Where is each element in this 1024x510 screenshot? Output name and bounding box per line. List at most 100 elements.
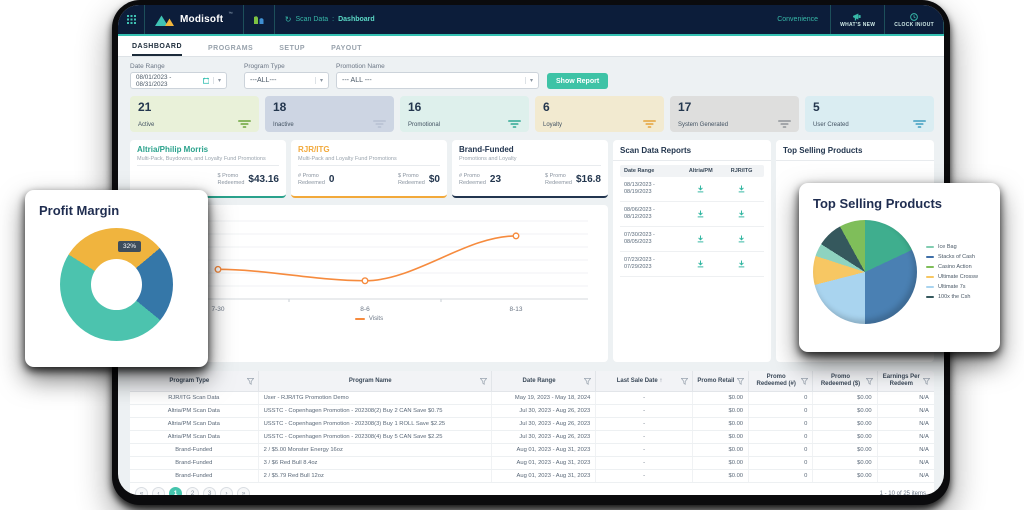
funnel-filter-icon[interactable] xyxy=(238,120,251,129)
download-altria-pm[interactable] xyxy=(680,255,721,273)
download-icon[interactable] xyxy=(738,185,745,193)
whats-new-button[interactable]: WHAT'S NEW xyxy=(830,5,884,34)
pagination-first-button[interactable]: « xyxy=(135,487,148,495)
pie-legend: Ice Bag Stacks of Cash Casino Action Ult… xyxy=(926,244,978,300)
stat-card-loyalty[interactable]: 6 Loyalty xyxy=(535,96,664,132)
promo-stat: $ PromoRedeemed $0 xyxy=(398,173,440,186)
column-filter-icon[interactable] xyxy=(923,378,930,385)
legend-item-ultimate-7s[interactable]: Ultimate 7s xyxy=(926,284,978,290)
table-row[interactable]: Brand-Funded2 / $5.00 Monster Energy 16o… xyxy=(130,444,934,457)
download-rjr-itg[interactable] xyxy=(721,255,762,273)
table-row[interactable]: Altria/PM Scan DataUSSTC - Copenhagen Pr… xyxy=(130,418,934,431)
column-header-promo-redeemed[interactable]: Promo Redeemed ($) xyxy=(813,371,877,391)
store-name[interactable]: Convenience xyxy=(777,16,818,23)
column-filter-icon[interactable] xyxy=(681,378,688,385)
stat-value: 17 xyxy=(678,100,791,114)
pagination-page-2[interactable]: 2 xyxy=(186,487,199,495)
promo-stat-label: $ PromoRedeemed xyxy=(217,173,244,186)
download-icon[interactable] xyxy=(697,260,704,268)
brand-logo[interactable]: Modisoft ™ xyxy=(145,5,243,34)
tab-setup[interactable]: SETUP xyxy=(279,45,305,56)
clock-in-out-button[interactable]: CLOCK IN/OUT xyxy=(884,5,944,34)
download-altria-pm[interactable] xyxy=(680,180,721,198)
download-altria-pm[interactable] xyxy=(680,230,721,248)
pagination-bar: «‹123›» 1 - 10 of 25 items xyxy=(130,483,934,495)
pagination-page-1[interactable]: 1 xyxy=(169,487,182,495)
download-icon[interactable] xyxy=(697,185,704,193)
tab-payout[interactable]: PAYOUT xyxy=(331,45,362,56)
promo-card-subtitle: Promotions and Loyalty xyxy=(459,156,601,162)
legend-item-ice-bag[interactable]: Ice Bag xyxy=(926,244,978,250)
tab-programs[interactable]: PROGRAMS xyxy=(208,45,253,56)
table-row[interactable]: RJR/ITG Scan DataUser - RJR/ITG Promotio… xyxy=(130,392,934,405)
apps-grid-icon[interactable] xyxy=(118,5,144,34)
download-icon[interactable] xyxy=(738,260,745,268)
show-report-button[interactable]: Show Report xyxy=(547,73,608,89)
funnel-filter-icon[interactable] xyxy=(778,120,791,129)
funnel-filter-icon[interactable] xyxy=(643,120,656,129)
stat-card-system-generated[interactable]: 17 System Generated xyxy=(670,96,799,132)
column-header-program-type[interactable]: Program Type xyxy=(130,371,259,391)
download-altria-pm[interactable] xyxy=(680,205,721,223)
table-row[interactable]: Altria/PM Scan DataUSSTC - Copenhagen Pr… xyxy=(130,431,934,444)
column-header-promo-redeemed[interactable]: Promo Redeemed (#) xyxy=(749,371,813,391)
promotion-name-select[interactable]: --- ALL --- ▾ xyxy=(336,72,539,89)
table-row[interactable]: Altria/PM Scan DataUSSTC - Copenhagen Pr… xyxy=(130,405,934,418)
stat-card-active[interactable]: 21 Active xyxy=(130,96,259,132)
download-rjr-itg[interactable] xyxy=(721,230,762,248)
pagination-prev-button[interactable]: ‹ xyxy=(152,487,165,495)
legend-item-100x-the-csh[interactable]: 100x the Csh xyxy=(926,294,978,300)
download-icon[interactable] xyxy=(697,235,704,243)
pagination-next-button[interactable]: › xyxy=(220,487,233,495)
report-date-range: 08/06/2023 -08/12/2023 xyxy=(622,207,680,221)
profit-margin-donut-chart[interactable] xyxy=(60,228,173,341)
column-filter-icon[interactable] xyxy=(737,378,744,385)
stat-card-user-created[interactable]: 5 User Created xyxy=(805,96,934,132)
download-rjr-itg[interactable] xyxy=(721,180,762,198)
scan-reports-title: Scan Data Reports xyxy=(620,146,764,155)
funnel-filter-icon[interactable] xyxy=(373,120,386,129)
stat-card-promotional[interactable]: 16 Promotional xyxy=(400,96,529,132)
column-filter-icon[interactable] xyxy=(584,378,591,385)
column-header-earnings-per-redeem[interactable]: Earnings Per Redeem xyxy=(878,371,934,391)
table-row[interactable]: Brand-Funded2 / $5.79 Red Bull 12ozAug 0… xyxy=(130,470,934,483)
column-filter-icon[interactable] xyxy=(247,378,254,385)
column-label: Promo Redeemed (#) xyxy=(753,374,799,388)
top-selling-pie-chart[interactable] xyxy=(813,220,917,324)
column-header-program-name[interactable]: Program Name xyxy=(259,371,492,391)
column-header-last-sale-date[interactable]: Last Sale Date ↑ xyxy=(596,371,692,391)
download-icon[interactable] xyxy=(697,210,704,218)
download-icon[interactable] xyxy=(738,210,745,218)
column-filter-icon[interactable] xyxy=(480,378,487,385)
legend-item-stacks-of-cash[interactable]: Stacks of Cash xyxy=(926,254,978,260)
stat-card-inactive[interactable]: 18 Inactive xyxy=(265,96,394,132)
table-row[interactable]: Brand-Funded3 / $6 Red Bull 8.4ozAug 01,… xyxy=(130,457,934,470)
legend-label: 100x the Csh xyxy=(938,294,970,300)
column-filter-icon[interactable] xyxy=(866,378,873,385)
legend-item-ultimate-crossw[interactable]: Ultimate Crossw xyxy=(926,274,978,280)
table-cell: $0.00 xyxy=(813,405,877,417)
legend-label: Ultimate 7s xyxy=(938,284,966,290)
funnel-filter-icon[interactable] xyxy=(508,120,521,129)
scan-report-row: 08/13/2023 -08/19/2023 xyxy=(620,177,764,202)
download-rjr-itg[interactable] xyxy=(721,205,762,223)
secondary-logo-icon[interactable] xyxy=(244,5,274,34)
svg-text:8-13: 8-13 xyxy=(509,306,522,313)
pagination-page-3[interactable]: 3 xyxy=(203,487,216,495)
tab-dashboard[interactable]: DASHBOARD xyxy=(132,43,182,56)
funnel-filter-icon[interactable] xyxy=(913,120,926,129)
promo-card-rjr-itg[interactable]: RJR/ITG Multi-Pack and Loyalty Fund Prom… xyxy=(291,140,447,198)
download-icon[interactable] xyxy=(738,235,745,243)
column-header-date-range[interactable]: Date Range xyxy=(492,371,597,391)
scan-reports-header: Date Range Altria/PM RJR/ITG xyxy=(620,165,764,177)
table-cell: $0.00 xyxy=(693,431,749,443)
legend-item-casino-action[interactable]: Casino Action xyxy=(926,264,978,270)
date-range-input[interactable]: 08/01/2023 - 08/31/2023 ▾ xyxy=(130,72,227,89)
sort-ascending-icon[interactable]: ↑ xyxy=(659,378,662,384)
table-cell: - xyxy=(596,405,692,417)
promo-card-brand-funded[interactable]: Brand-Funded Promotions and Loyalty # Pr… xyxy=(452,140,608,198)
column-filter-icon[interactable] xyxy=(801,378,808,385)
pagination-last-button[interactable]: » xyxy=(237,487,250,495)
column-header-promo-retail[interactable]: Promo Retail xyxy=(693,371,749,391)
program-type-select[interactable]: ---ALL--- ▾ xyxy=(244,72,329,89)
